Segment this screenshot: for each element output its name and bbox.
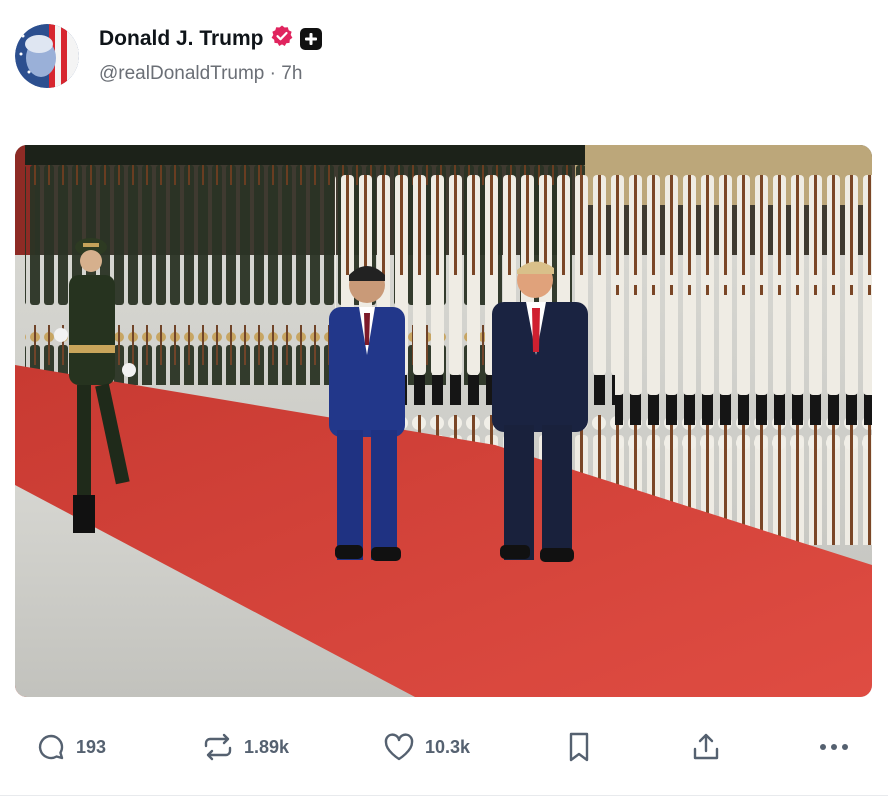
reply-count: 193 <box>76 736 107 757</box>
post-divider <box>0 795 888 796</box>
like-icon <box>383 732 415 762</box>
share-icon <box>690 731 722 763</box>
more-icon <box>818 742 850 752</box>
avatar-image <box>15 24 79 88</box>
post-timestamp[interactable]: 7h <box>281 63 302 84</box>
meta-separator: · <box>269 63 276 84</box>
more-button[interactable] <box>818 725 850 769</box>
author-display-name[interactable]: Donald J. Trump <box>99 25 264 53</box>
repost-icon <box>202 732 234 762</box>
reply-icon <box>36 732 66 762</box>
author-meta: @realDonaldTrump · 7h <box>99 63 302 85</box>
post-card: Donald J. Trump @realDonaldTrump · 7h 19… <box>0 0 888 802</box>
repost-count: 1.89k <box>244 736 290 757</box>
like-count: 10.3k <box>425 736 471 757</box>
author-name-row: Donald J. Trump <box>99 24 322 53</box>
reply-button[interactable]: 193 <box>36 725 106 769</box>
plus-badge-icon <box>299 27 322 50</box>
post-actions: 193 1.89k 10.3k <box>0 725 888 769</box>
bookmark-button[interactable] <box>566 725 592 769</box>
avatar[interactable] <box>15 24 79 88</box>
bookmark-icon <box>566 731 592 763</box>
author-handle[interactable]: @realDonaldTrump <box>99 63 264 84</box>
photo-guard-of-honor <box>15 145 872 697</box>
like-button[interactable]: 10.3k <box>383 725 470 769</box>
post-image[interactable] <box>15 145 872 697</box>
repost-button[interactable]: 1.89k <box>202 725 289 769</box>
verified-badge-icon <box>270 24 294 53</box>
share-button[interactable] <box>690 725 722 769</box>
